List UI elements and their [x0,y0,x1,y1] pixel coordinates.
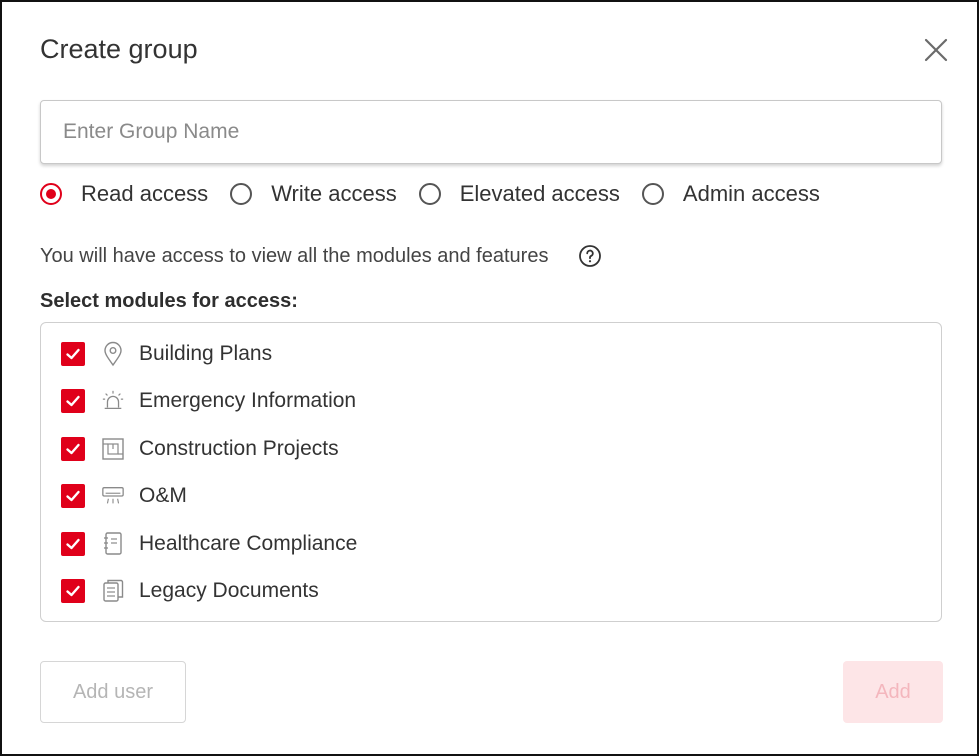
radio-button[interactable] [230,183,253,205]
create-group-dialog: Create group Read access Write access El… [0,0,979,756]
location-pin-icon [101,340,125,368]
radio-label: Admin access [682,181,820,206]
checkbox-checked[interactable] [61,484,85,508]
alarm-light-icon [101,387,125,415]
group-name-input[interactable] [40,100,942,164]
access-description-row: You will have access to view all the mod… [40,242,602,270]
module-label: Construction Projects [139,437,339,460]
documents-icon [101,577,125,605]
radio-admin-access[interactable]: Admin access [641,181,820,207]
access-description: You will have access to view all the mod… [40,244,549,267]
radio-label: Elevated access [459,181,620,206]
module-item-construction-projects[interactable]: Construction Projects [61,432,339,466]
checkbox-checked[interactable] [61,342,85,366]
notebook-icon [101,530,125,558]
module-item-legacy-documents[interactable]: Legacy Documents [61,574,319,608]
module-item-emergency-information[interactable]: Emergency Information [61,384,356,418]
module-label: Healthcare Compliance [139,532,358,555]
checkbox-checked[interactable] [61,437,85,461]
radio-elevated-access[interactable]: Elevated access [418,181,620,207]
close-button[interactable] [920,34,952,66]
floor-plan-icon [101,435,125,463]
radio-button-checked[interactable] [40,183,62,205]
module-label: Building Plans [139,342,273,365]
checkbox-checked[interactable] [61,532,85,556]
modules-heading: Select modules for access: [40,290,298,312]
module-item-building-plans[interactable]: Building Plans [61,337,272,371]
add-user-button[interactable]: Add user [40,661,186,723]
radio-button[interactable] [641,183,664,205]
modules-list: Building Plans Emergency Information Con… [40,322,942,622]
module-label: O&M [139,484,187,507]
radio-write-access[interactable]: Write access [230,181,397,207]
access-radio-group: Read access Write access Elevated access… [40,178,842,210]
radio-button[interactable] [418,183,441,205]
radio-label: Read access [81,181,209,206]
radio-label: Write access [271,181,397,206]
module-item-healthcare-compliance[interactable]: Healthcare Compliance [61,527,357,561]
dialog-title: Create group [40,34,198,64]
module-label: Emergency Information [139,389,357,412]
add-button[interactable]: Add [843,661,943,723]
close-icon [924,38,948,62]
checkbox-checked[interactable] [61,579,85,603]
module-item-om[interactable]: O&M [61,479,187,513]
radio-read-access[interactable]: Read access [40,181,208,207]
air-conditioner-icon [101,482,125,510]
help-circle-icon[interactable] [578,244,602,268]
checkbox-checked[interactable] [61,389,85,413]
module-label: Legacy Documents [139,579,319,602]
